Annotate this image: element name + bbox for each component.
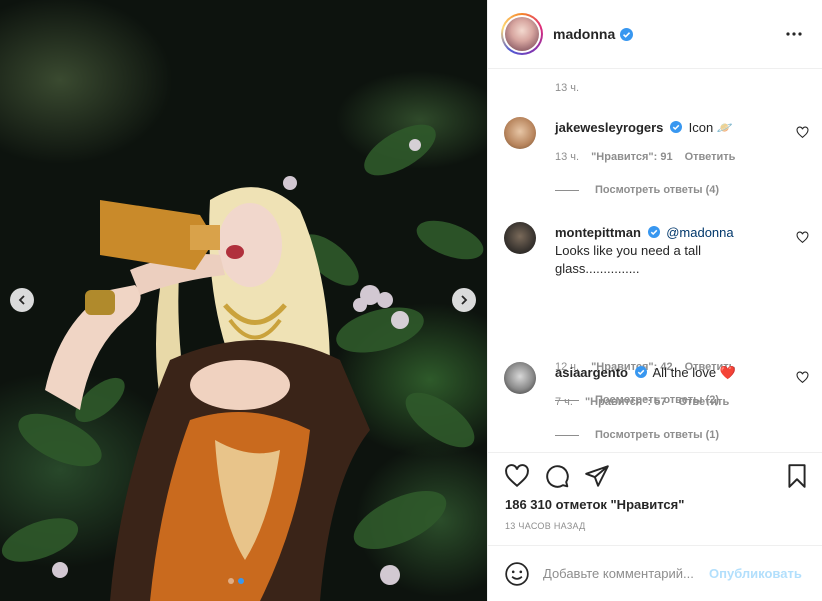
comment-meta: 13 ч. "Нравится": 91 Ответить xyxy=(555,151,735,163)
commenter-avatar[interactable] xyxy=(504,222,536,254)
add-comment-section: Опубликовать xyxy=(488,545,822,601)
chevron-left-icon xyxy=(18,295,25,305)
commenter-avatar[interactable] xyxy=(504,117,536,149)
post-photo[interactable] xyxy=(0,0,487,601)
post-side-panel: madonna 13 ч. jakewesleyrogers Icon 🪐 13… xyxy=(487,0,822,601)
like-comment-heart-icon[interactable] xyxy=(796,231,809,244)
commenter-avatar[interactable] xyxy=(504,362,536,394)
publish-button[interactable]: Опубликовать xyxy=(709,566,802,581)
like-heart-icon[interactable] xyxy=(504,463,530,489)
like-comment-heart-icon[interactable] xyxy=(796,126,809,139)
comments-list[interactable]: 13 ч. jakewesleyrogers Icon 🪐 13 ч. "Нра… xyxy=(488,70,822,452)
comment-meta: 7 ч. "Нравится": 57 Ответить xyxy=(555,396,729,408)
post-timestamp[interactable]: 13 ЧАСОВ НАЗАД xyxy=(505,521,586,531)
commenter-username[interactable]: asiaargento xyxy=(555,365,628,380)
more-options-button[interactable] xyxy=(782,22,806,46)
save-bookmark-icon[interactable] xyxy=(784,463,810,489)
comment-item: jakewesleyrogers Icon 🪐 13 ч. "Нравится"… xyxy=(504,117,809,207)
verified-badge-icon xyxy=(634,366,647,378)
comment-time: 7 ч. xyxy=(555,396,573,408)
author-username[interactable]: madonna xyxy=(553,26,615,42)
comment-bubble-icon[interactable] xyxy=(544,463,570,489)
more-dots-icon xyxy=(786,32,802,36)
comment-text: Looks like you need a tall glass........… xyxy=(555,243,701,276)
emoji-smiley-icon[interactable] xyxy=(504,561,530,587)
caption-timestamp: 13 ч. xyxy=(555,82,580,94)
comment-likes[interactable]: "Нравится": 91 xyxy=(591,151,672,163)
verified-badge-icon xyxy=(647,226,660,238)
comment-text: Icon 🪐 xyxy=(688,120,734,135)
comment-text: All the love ❤️ xyxy=(652,365,736,380)
like-comment-heart-icon[interactable] xyxy=(796,371,809,384)
comment-likes[interactable]: "Нравится": 57 xyxy=(585,396,666,408)
comment-time: 13 ч. xyxy=(555,151,580,163)
carousel-dot-active xyxy=(238,578,244,584)
share-paper-plane-icon[interactable] xyxy=(584,463,610,489)
comment-item: montepittman @madonna Looks like you nee… xyxy=(504,222,809,406)
reply-button[interactable]: Ответить xyxy=(685,151,736,163)
commenter-username[interactable]: jakewesleyrogers xyxy=(555,120,663,135)
mention-link[interactable]: @madonna xyxy=(666,225,733,240)
post-header: madonna xyxy=(488,0,822,69)
commenter-username[interactable]: montepittman xyxy=(555,225,641,240)
photo-illustration xyxy=(1,124,484,601)
previous-photo-button[interactable] xyxy=(10,288,34,312)
likes-count[interactable]: 186 310 отметок "Нравится" xyxy=(505,497,684,512)
verified-badge-icon xyxy=(620,27,634,41)
author-avatar[interactable] xyxy=(501,13,543,55)
post-actions-bar xyxy=(488,452,822,500)
view-replies-button[interactable]: Посмотреть ответы (1) xyxy=(555,429,719,441)
carousel-indicator xyxy=(228,578,244,584)
carousel-dot xyxy=(228,578,234,584)
chevron-right-icon xyxy=(461,295,468,305)
comment-input[interactable] xyxy=(543,566,703,581)
view-replies-button[interactable]: Посмотреть ответы (4) xyxy=(555,184,719,196)
next-photo-button[interactable] xyxy=(452,288,476,312)
reply-button[interactable]: Ответить xyxy=(678,396,729,408)
verified-badge-icon xyxy=(670,121,683,133)
comment-item: asiaargento All the love ❤️ 7 ч. "Нравит… xyxy=(504,362,809,452)
